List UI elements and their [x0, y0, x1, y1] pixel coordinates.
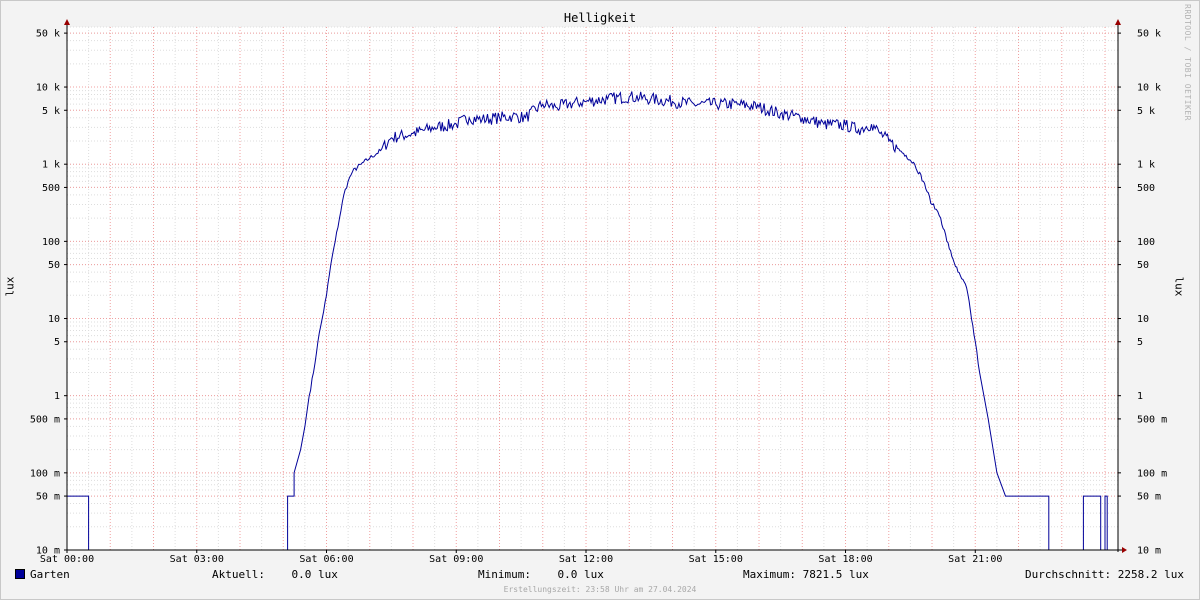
y-tick-label-right: 10 m	[1137, 546, 1161, 557]
x-tick-label: Sat 09:00	[429, 554, 483, 565]
stat-current: Aktuell: 0.0 lux	[212, 568, 338, 581]
y-ticks-left: 10 m50 m100 m500 m1510501005001 k5 k10 k…	[30, 29, 67, 557]
y-tick-label-right: 500 m	[1137, 414, 1167, 425]
y-tick-label-right: 50 m	[1137, 492, 1161, 503]
stat-maximum: Maximum: 7821.5 lux	[743, 568, 869, 581]
y-tick-label-right: 10 k	[1137, 83, 1161, 94]
y-tick-label-left: 100	[42, 237, 60, 248]
x-ticks: Sat 00:00 Sat 03:00 Sat 06:00 Sat 09:00 Sat …	[40, 550, 1002, 565]
x-tick-label: Sat 12:00	[559, 554, 613, 565]
x-tick-label: Sat 21:00	[948, 554, 1002, 565]
y-tick-label-left: 1 k	[42, 160, 60, 171]
y-tick-label-left: 50	[48, 260, 60, 271]
y-tick-label-right: 100	[1137, 237, 1155, 248]
y-tick-label-right: 50	[1137, 260, 1149, 271]
y-tick-label-left: 500 m	[30, 414, 60, 425]
y-tick-label-right: 5 k	[1137, 106, 1155, 117]
x-axis-arrow	[1122, 547, 1127, 553]
y-tick-label-left: 10 k	[36, 83, 60, 94]
y-tick-label-right: 500	[1137, 183, 1155, 194]
stat-average: Durchschnitt: 2258.2 lux	[1025, 568, 1184, 581]
creation-timestamp: Erstellungszeit: 23:58 Uhr am 27.04.2024	[503, 585, 697, 594]
y-tick-label-left: 50 m	[36, 492, 60, 503]
stat-minimum: Minimum: 0.0 lux	[478, 568, 604, 581]
y-axis-arrow-left	[64, 19, 70, 25]
x-tick-label: Sat 03:00	[170, 554, 224, 565]
x-tick-label: Sat 00:00	[40, 554, 94, 565]
y-tick-label-left: 100 m	[30, 468, 60, 479]
legend-swatch-garten	[15, 569, 25, 579]
y-tick-label-left: 50 k	[36, 29, 60, 40]
y-tick-label-right: 1 k	[1137, 160, 1155, 171]
y-tick-label-left: 1	[54, 391, 60, 402]
plot-area	[67, 27, 1118, 550]
y-tick-label-right: 10	[1137, 314, 1149, 325]
y-tick-label-left: 10	[48, 314, 60, 325]
y-tick-label-left: 500	[42, 183, 60, 194]
legend: Garten Aktuell: 0.0 lux Minimum: 0.0 lux…	[0, 568, 1200, 584]
legend-series-name: Garten	[30, 568, 70, 581]
y-tick-label-left: 5	[54, 337, 60, 348]
y-axis-arrow-right	[1115, 19, 1121, 25]
brightness-chart: 10 m 50 m 100 m 500 m 1 5 10 50 100 500 1 k 5 k 10 k…	[30, 19, 1167, 565]
y-tick-label-right: 50 k	[1137, 29, 1161, 40]
y-tick-label-right: 5	[1137, 337, 1143, 348]
x-tick-label: Sat 15:00	[689, 554, 743, 565]
y-tick-label-right: 1	[1137, 391, 1143, 402]
y-tick-label-right: 100 m	[1137, 468, 1167, 479]
y-ticks-right: 10 m 50 m 100 m 500 m 1 5 10 50 100 500 1 k 5 k 10 k…	[1118, 29, 1167, 557]
x-tick-label: Sat 06:00	[299, 554, 353, 565]
y-tick-label-left: 5 k	[42, 106, 60, 117]
x-tick-label: Sat 18:00	[818, 554, 872, 565]
